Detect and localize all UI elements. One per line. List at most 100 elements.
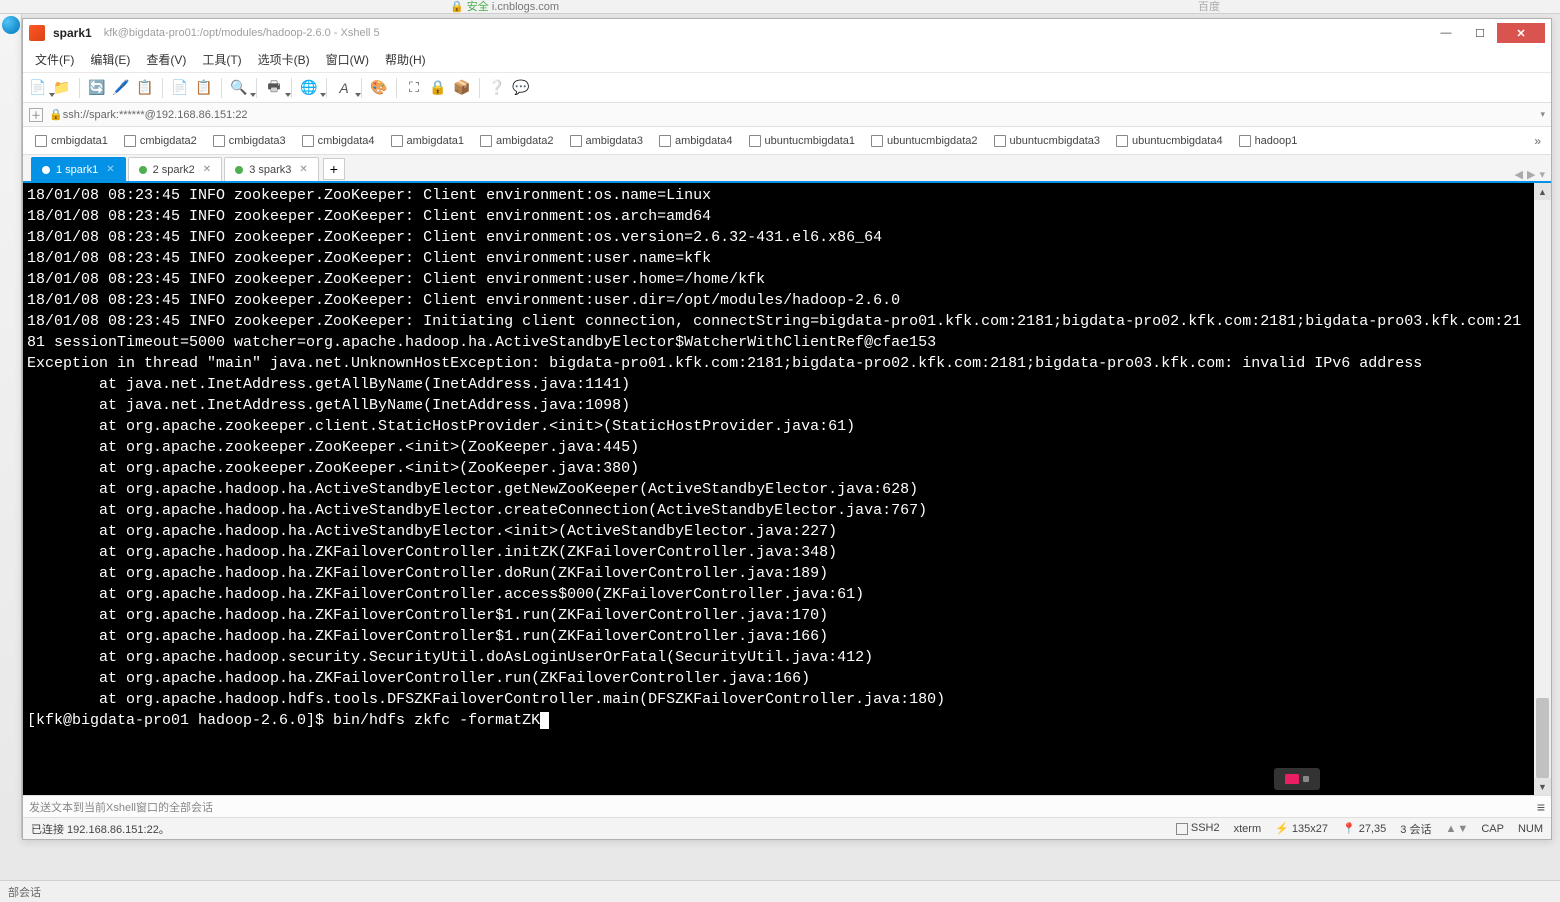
status-num: NUM [1518,823,1543,835]
host-tab-ambigdata4[interactable]: ambigdata4 [651,131,741,151]
xshell-window: spark1 kfk@bigdata-pro01:/opt/modules/ha… [22,18,1552,840]
fullscreen-icon[interactable]: ⛶ [403,77,425,99]
minimize-button[interactable]: — [1429,23,1463,43]
status-dot-icon [235,166,243,174]
browser-search-placeholder: 百度 [1198,0,1220,14]
status-proto-icon [1176,823,1188,835]
host-icon [1116,135,1128,147]
host-icon [994,135,1006,147]
status-cap: CAP [1481,823,1504,835]
status-term: xterm [1234,823,1262,835]
menu-bar: 文件(F) 编辑(E) 查看(V) 工具(T) 选项卡(B) 窗口(W) 帮助(… [23,47,1551,73]
session-tab-label: 2 spark2 [153,164,195,176]
host-tab-hadoop1[interactable]: hadoop1 [1231,131,1306,151]
terminal-area: 18/01/08 08:23:45 INFO zookeeper.ZooKeep… [23,183,1551,795]
host-tab-ubuntucmbigdata4[interactable]: ubuntucmbigdata4 [1108,131,1231,151]
host-tab-cmbigdata2[interactable]: cmbigdata2 [116,131,205,151]
status-size: 135x27 [1292,823,1328,835]
properties-icon[interactable]: 📋 [134,77,156,99]
recording-badge[interactable] [1274,768,1320,790]
host-icon [1239,135,1251,147]
disconnect-icon[interactable]: 🖊️ [110,77,132,99]
color-icon[interactable]: 🎨 [368,77,390,99]
host-tab-ambigdata1[interactable]: ambigdata1 [383,131,473,151]
reconnect-icon[interactable]: 🔄 [86,77,108,99]
tab-close-icon[interactable]: ✕ [106,164,114,175]
host-tab-cmbigdata3[interactable]: cmbigdata3 [205,131,294,151]
host-icon [213,135,225,147]
host-tabs-bar: cmbigdata1cmbigdata2cmbigdata3cmbigdata4… [23,127,1551,155]
status-bar: 已连接 192.168.86.151:22。 SSH2 xterm ⚡ 135x… [23,817,1551,839]
tab-close-icon[interactable]: ✕ [299,164,307,175]
status-dot-icon [42,166,50,174]
host-icon [480,135,492,147]
compose-placeholder: 发送文本到当前Xshell窗口的全部会话 [29,799,213,815]
quick-dropdown-icon[interactable]: ▾ [1540,109,1545,120]
close-button[interactable]: ✕ [1497,23,1545,43]
host-tab-ubuntucmbigdata1[interactable]: ubuntucmbigdata1 [741,131,864,151]
search-icon[interactable]: 🔍 [228,77,250,99]
new-session-icon[interactable]: 📄 [27,77,49,99]
host-tabs-overflow-icon[interactable]: » [1528,132,1547,150]
browser-url: i.cnblogs.com [492,1,559,13]
add-tab-button[interactable]: + [323,158,345,180]
print-icon[interactable]: 🖶 [263,77,285,99]
quick-add-icon[interactable]: ＋ [29,108,43,122]
terminal-cursor [540,712,549,729]
menu-help[interactable]: 帮助(H) [377,48,434,71]
session-tab-label: 1 spark1 [56,164,98,176]
host-icon [570,135,582,147]
host-icon [391,135,403,147]
transfer-icon[interactable]: 📦 [451,77,473,99]
host-tab-ubuntucmbigdata2[interactable]: ubuntucmbigdata2 [863,131,986,151]
left-gutter [0,14,22,838]
lock-icon[interactable]: 🔒 [427,77,449,99]
host-icon [659,135,671,147]
tab-close-icon[interactable]: ✕ [203,164,211,175]
chat-icon[interactable]: 💬 [510,77,532,99]
quick-ssh-url[interactable]: ssh://spark:******@192.168.86.151:22 [63,109,248,121]
font-icon[interactable]: A [333,77,355,99]
menu-view[interactable]: 查看(V) [138,48,194,71]
tab-list-icon[interactable]: ▾ [1539,168,1545,181]
app-icon [29,25,45,41]
open-icon[interactable]: 📁 [51,77,73,99]
browser-ie-icon [2,16,20,34]
host-tab-cmbigdata4[interactable]: cmbigdata4 [294,131,383,151]
host-tab-ubuntucmbigdata3[interactable]: ubuntucmbigdata3 [986,131,1109,151]
maximize-button[interactable]: ☐ [1463,23,1497,43]
globe-icon[interactable]: 🌐 [298,77,320,99]
host-icon [35,135,47,147]
tab-prev-icon[interactable]: ◀ [1515,168,1523,181]
session-tab[interactable]: 3 spark3✕ [224,157,319,181]
paste-icon[interactable]: 📋 [193,77,215,99]
window-subtitle: kfk@bigdata-pro01:/opt/modules/hadoop-2.… [104,27,1429,39]
browser-chrome-top: 🔒 安全 i.cnblogs.com 百度 [0,0,1560,14]
host-icon [749,135,761,147]
compose-menu-icon[interactable]: ≡ [1537,799,1545,815]
status-updown-icon[interactable]: ▲ ▼ [1445,823,1467,835]
menu-tabs[interactable]: 选项卡(B) [250,48,318,71]
tab-next-icon[interactable]: ▶ [1527,168,1535,181]
help-icon[interactable]: ❔ [486,77,508,99]
menu-window[interactable]: 窗口(W) [318,48,377,71]
scroll-thumb[interactable] [1536,698,1549,778]
host-icon [302,135,314,147]
terminal[interactable]: 18/01/08 08:23:45 INFO zookeeper.ZooKeep… [23,183,1534,795]
terminal-scrollbar[interactable]: ▲ ▼ [1534,183,1551,795]
compose-bar[interactable]: 发送文本到当前Xshell窗口的全部会话 ≡ [23,795,1551,817]
status-connected: 已连接 192.168.86.151:22。 [31,821,170,837]
menu-tools[interactable]: 工具(T) [194,48,249,71]
session-tab-nav: ◀ ▶ ▾ [1515,168,1545,181]
session-tab[interactable]: 1 spark1 ✕ [31,157,126,181]
scroll-up-icon[interactable]: ▲ [1534,183,1551,200]
menu-edit[interactable]: 编辑(E) [82,48,138,71]
host-tab-ambigdata3[interactable]: ambigdata3 [562,131,652,151]
host-tab-ambigdata2[interactable]: ambigdata2 [472,131,562,151]
session-tab[interactable]: 2 spark2 ✕ [128,157,223,181]
scroll-down-icon[interactable]: ▼ [1534,778,1551,795]
host-icon [124,135,136,147]
copy-icon[interactable]: 📄 [169,77,191,99]
host-tab-cmbigdata1[interactable]: cmbigdata1 [27,131,116,151]
menu-file[interactable]: 文件(F) [27,48,82,71]
